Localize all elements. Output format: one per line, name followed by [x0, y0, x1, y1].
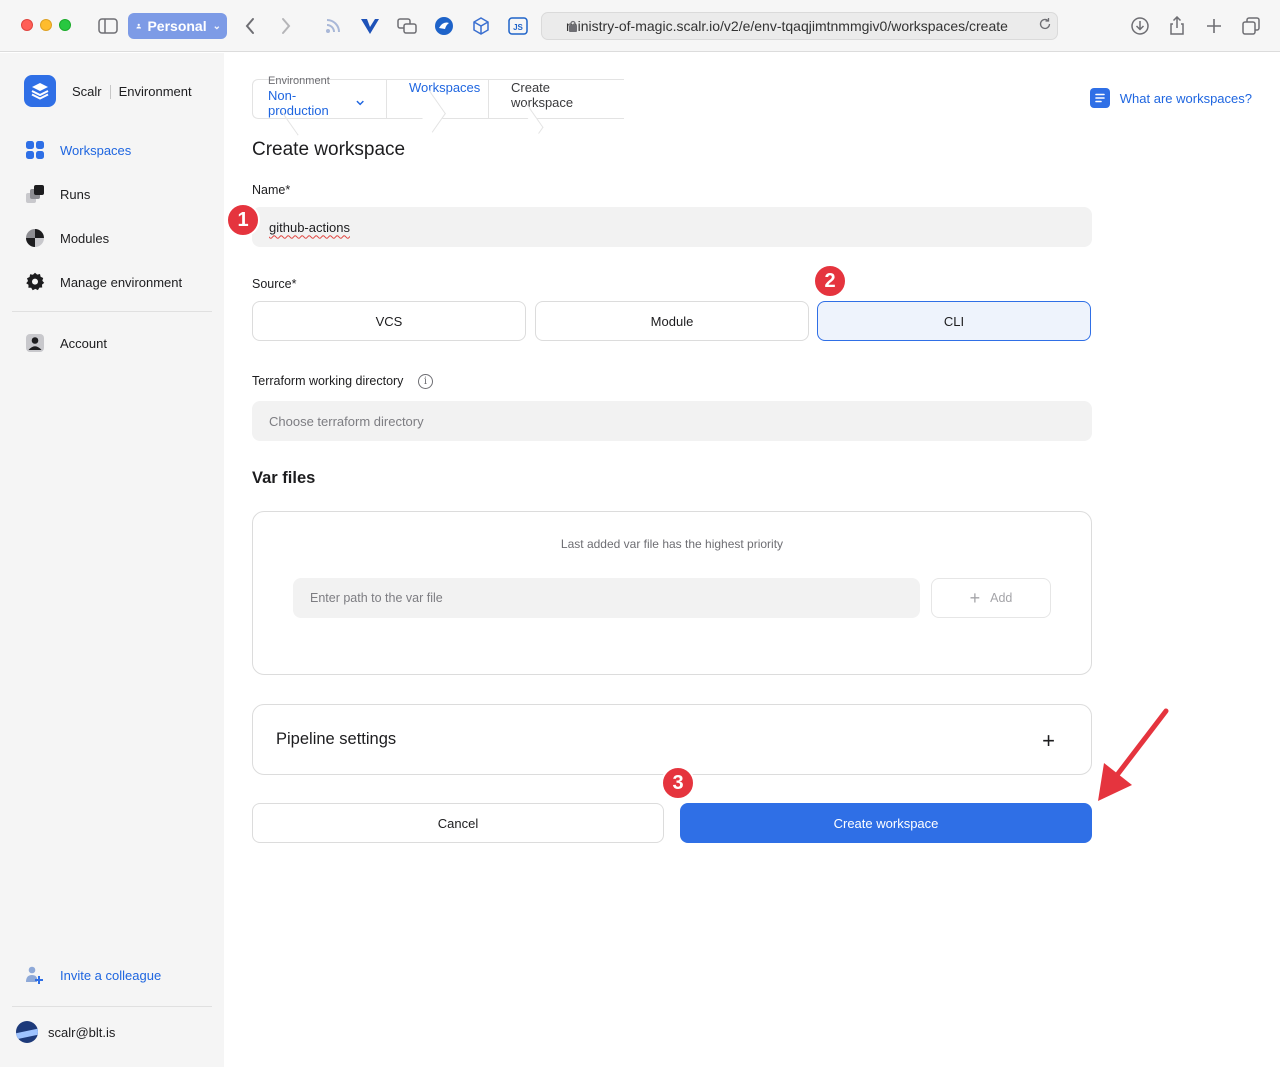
page-title: Create workspace [252, 139, 406, 160]
var-file-placeholder: Enter path to the var file [310, 591, 443, 605]
sidebar-item-label: Modules [60, 230, 110, 246]
modules-icon [24, 227, 46, 249]
name-input-value: github-actions [269, 219, 350, 235]
sidebar-item-label: Manage environment [60, 274, 183, 290]
brand-divider [109, 84, 111, 99]
new-tab-icon[interactable] [1202, 14, 1226, 38]
name-input[interactable]: github-actions [252, 207, 1092, 247]
arrow-annotation-icon [1098, 708, 1169, 801]
sidebar-item-manage-environment[interactable]: Manage environment [24, 270, 182, 294]
create-workspace-button[interactable]: Create workspace [680, 803, 1092, 843]
breadcrumb-environment-caption: Environment [268, 75, 330, 87]
main-content: Environment Non-production Workspaces Cr… [224, 53, 1280, 1067]
add-button-label: Add [990, 591, 1013, 605]
gear-icon [24, 271, 46, 293]
reload-icon[interactable] [1038, 17, 1052, 31]
plus-icon: + [969, 587, 981, 608]
svg-text:JS: JS [513, 23, 523, 32]
zoom-window-button[interactable] [59, 19, 71, 31]
downloads-icon[interactable] [1128, 14, 1152, 38]
step-badge-1: 1 [226, 203, 260, 237]
sidebar-item-label: Runs [60, 186, 91, 202]
sidebar-item-label: Account [60, 335, 107, 351]
terraform-directory-label: Terraform working directory [252, 374, 404, 388]
sidebar-item-label: Workspaces [60, 142, 132, 158]
breadcrumb-workspaces-link[interactable]: Workspaces [409, 80, 480, 95]
source-label: Source* [252, 277, 297, 291]
person-icon [136, 23, 142, 29]
v-extension-icon[interactable] [358, 14, 382, 38]
chevron-down-icon [356, 100, 364, 106]
grid-icon [24, 139, 46, 161]
breadcrumb: Environment Non-production Workspaces Cr… [252, 75, 624, 136]
forward-icon[interactable] [274, 14, 298, 38]
cancel-button[interactable]: Cancel [252, 803, 664, 843]
profile-button[interactable]: Personal ⌄ [128, 13, 227, 39]
source-option-module[interactable]: Module [535, 301, 809, 341]
step-badge-2: 2 [813, 264, 847, 298]
user-menu[interactable]: scalr@blt.is [16, 1021, 115, 1043]
breadcrumb-separator [416, 90, 446, 133]
runs-icon [24, 183, 46, 205]
translate-extension-icon[interactable] [395, 14, 419, 38]
sidebar-toggle-icon[interactable] [96, 14, 120, 38]
var-files-title: Var files [252, 469, 316, 487]
close-window-button[interactable] [21, 19, 33, 31]
context-label: Environment [118, 84, 192, 99]
var-file-input[interactable]: Enter path to the var file [293, 578, 920, 618]
lock-icon [569, 20, 577, 32]
source-option-vcs[interactable]: VCS [252, 301, 526, 341]
add-user-icon [26, 966, 43, 984]
sidebar-item-modules[interactable]: Modules [24, 226, 109, 250]
invite-label: Invite a colleague [60, 967, 162, 983]
name-label: Name* [252, 183, 291, 197]
breadcrumb-environment[interactable]: Environment Non-production [252, 75, 386, 136]
breadcrumb-current: Create workspace [488, 79, 624, 134]
pipeline-settings-toggle[interactable]: Pipeline settings + [252, 704, 1092, 775]
sidebar-item-workspaces[interactable]: Workspaces [24, 138, 131, 162]
tab-overview-icon[interactable] [1239, 14, 1263, 38]
terraform-directory-placeholder: Choose terraform directory [269, 413, 424, 429]
sidebar-footer-divider [12, 1006, 212, 1007]
minimize-window-button[interactable] [40, 19, 52, 31]
var-files-hint: Last added var file has the highest prio… [560, 537, 784, 551]
rss-extension-icon[interactable] [321, 14, 345, 38]
info-icon[interactable]: i [418, 374, 433, 389]
sidebar-item-runs[interactable]: Runs [24, 182, 90, 206]
step-badge-3: 3 [661, 766, 695, 800]
brand-label: Scalr Environment [72, 84, 192, 99]
help-link-label: What are workspaces? [1119, 90, 1252, 106]
chevron-down-icon: ⌄ [212, 20, 221, 32]
help-link[interactable]: What are workspaces? [1089, 88, 1252, 108]
sidebar: Scalr Environment Workspaces Runs Module… [0, 53, 224, 1067]
breadcrumb-workspaces[interactable]: Workspaces [386, 79, 488, 133]
profile-label: Personal [147, 18, 207, 34]
sidebar-item-account[interactable]: Account [24, 331, 107, 355]
share-icon[interactable] [1165, 14, 1189, 38]
environment-value: Non-production [268, 88, 329, 118]
terraform-directory-input[interactable]: Choose terraform directory [252, 401, 1092, 441]
url-text: ministry-of-magic.scalr.io/v2/e/env-tqaq… [566, 18, 1008, 34]
js-extension-icon[interactable]: JS [506, 14, 530, 38]
brand-name: Scalr [72, 84, 102, 99]
document-icon [1089, 88, 1110, 108]
address-bar[interactable]: ministry-of-magic.scalr.io/v2/e/env-tqaq… [541, 12, 1058, 40]
avatar [16, 1021, 38, 1043]
var-files-panel: Last added var file has the highest prio… [252, 511, 1092, 675]
cube-extension-icon[interactable] [469, 14, 493, 38]
scalr-logo-icon[interactable] [24, 75, 56, 107]
browser-toolbar: Personal ⌄ JS ministry-of-magic.scalr.io… [0, 0, 1280, 52]
sidebar-divider [12, 311, 212, 312]
expand-plus-icon: + [1042, 728, 1055, 753]
pipeline-settings-label: Pipeline settings [276, 730, 397, 748]
user-email: scalr@blt.is [48, 1024, 116, 1040]
invite-colleague-link[interactable]: Invite a colleague [24, 965, 161, 985]
bird-extension-icon[interactable] [432, 14, 456, 38]
add-var-file-button[interactable]: + Add [931, 578, 1051, 618]
source-option-cli[interactable]: CLI [817, 301, 1091, 341]
account-icon [24, 332, 46, 354]
back-icon[interactable] [238, 14, 262, 38]
